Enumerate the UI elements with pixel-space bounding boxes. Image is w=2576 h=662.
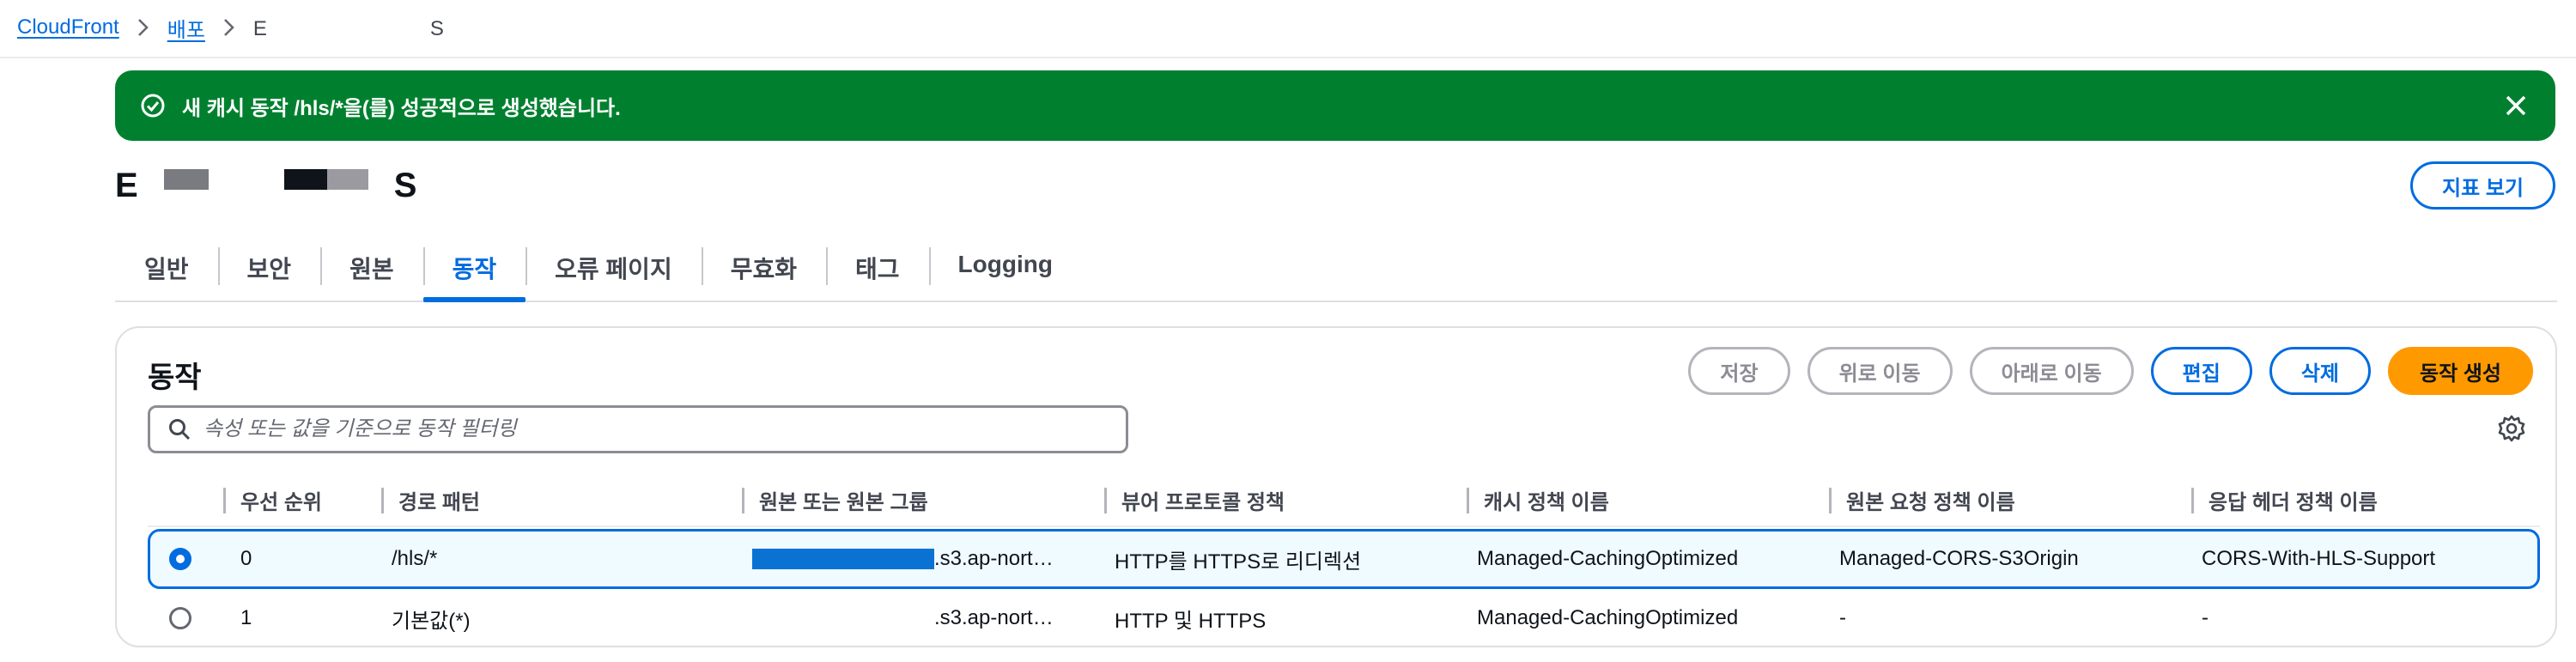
breadcrumb-current-end: S xyxy=(429,16,444,40)
move-down-button[interactable]: 아래로 이동 xyxy=(1969,347,2134,395)
cell-viewer-protocol: HTTP를 HTTPS로 리디렉션 xyxy=(1115,550,1362,574)
column-label: 캐시 정책 이름 xyxy=(1484,490,1609,514)
column-label: 원본 또는 원본 그룹 xyxy=(759,490,928,514)
redacted-text xyxy=(266,14,430,35)
breadcrumb-current-start: E xyxy=(252,16,267,40)
behavior-filter xyxy=(148,405,1128,453)
cell-cache-policy: Managed-CachingOptimized xyxy=(1477,547,1739,570)
edit-button[interactable]: 편집 xyxy=(2150,347,2252,395)
column-header-priority[interactable]: 우선 순위 xyxy=(223,474,322,525)
header-divider xyxy=(148,525,2540,527)
cell-response-headers-policy: CORS-With-HLS-Support xyxy=(2202,547,2436,570)
cell-priority: 1 xyxy=(240,606,252,629)
title-end: S xyxy=(393,166,417,204)
cell-cache-policy: Managed-CachingOptimized xyxy=(1477,606,1739,629)
flash-message: 새 캐시 동작 /hls/*을(를) 성공적으로 생성했습니다. xyxy=(182,96,621,120)
column-header-origin-request-policy[interactable]: 원본 요청 정책 이름 xyxy=(1829,474,2015,525)
cell-response-headers-policy: - xyxy=(2202,606,2208,629)
breadcrumb-distributions-link[interactable]: 배포 xyxy=(167,13,205,43)
column-label: 뷰어 프로토콜 정책 xyxy=(1121,490,1285,514)
breadcrumb: CloudFront 배포 ES xyxy=(17,12,444,43)
behaviors-panel: 동작 저장 위로 이동 아래로 이동 편집 삭제 동작 생성 우선 순위 경로 … xyxy=(115,326,2557,647)
cell-path-pattern: /hls/* xyxy=(392,547,438,570)
behaviors-actions: 저장 위로 이동 아래로 이동 편집 삭제 동작 생성 xyxy=(1688,347,2533,395)
title-start: E xyxy=(115,166,138,204)
column-header-origin[interactable]: 원본 또는 원본 그룹 xyxy=(742,474,928,525)
column-label: 우선 순위 xyxy=(240,490,322,514)
breadcrumb-current: ES xyxy=(252,14,444,41)
chevron-right-icon xyxy=(137,18,150,37)
tab-security[interactable]: 보안 xyxy=(217,244,321,302)
table-row[interactable]: 0 /hls/* .s3.ap-nort… HTTP를 HTTPS로 리디렉션 … xyxy=(148,529,2540,589)
tab-logging[interactable]: Logging xyxy=(928,244,1082,302)
breadcrumb-cloudfront-link[interactable]: CloudFront xyxy=(17,15,119,39)
column-label: 원본 요청 정책 이름 xyxy=(1846,490,2015,514)
tab-general[interactable]: 일반 xyxy=(115,244,218,302)
behaviors-title: 동작 xyxy=(148,361,202,394)
save-button[interactable]: 저장 xyxy=(1688,347,1790,395)
header-divider xyxy=(0,57,2576,58)
gear-icon[interactable] xyxy=(2497,414,2526,443)
redacted-origin xyxy=(752,608,934,629)
column-label: 경로 패턴 xyxy=(398,490,480,514)
table-row[interactable]: 1 기본값(*) .s3.ap-nort… HTTP 및 HTTPS Manag… xyxy=(148,591,2540,646)
cell-origin-request-policy: Managed-CORS-S3Origin xyxy=(1839,547,2079,570)
column-label: 응답 헤더 정책 이름 xyxy=(2208,490,2378,514)
close-icon[interactable] xyxy=(2502,92,2530,119)
cell-path-pattern: 기본값(*) xyxy=(392,609,471,633)
redacted-text xyxy=(208,175,284,196)
tab-list: 일반 보안 원본 동작 오류 페이지 무효화 태그 Logging xyxy=(115,244,2557,302)
filter-input[interactable] xyxy=(204,417,1114,441)
tab-tags[interactable]: 태그 xyxy=(826,244,929,302)
create-behavior-button[interactable]: 동작 생성 xyxy=(2388,347,2533,395)
page-title: E S xyxy=(115,161,416,210)
column-header-viewer-protocol[interactable]: 뷰어 프로토콜 정책 xyxy=(1104,474,1285,525)
delete-button[interactable]: 삭제 xyxy=(2269,347,2371,395)
tab-origins[interactable]: 원본 xyxy=(320,244,423,302)
redacted-block xyxy=(163,169,209,190)
tab-behaviors[interactable]: 동작 xyxy=(422,244,526,302)
search-icon xyxy=(167,417,191,441)
redacted-block xyxy=(283,169,327,190)
redacted-origin xyxy=(752,549,934,569)
cell-origin: .s3.ap-nort… xyxy=(752,531,1078,586)
tab-error-pages[interactable]: 오류 페이지 xyxy=(526,244,702,302)
redacted-text xyxy=(137,175,164,196)
tab-invalidations[interactable]: 무효화 xyxy=(701,244,826,302)
cell-priority: 0 xyxy=(240,547,252,570)
cell-origin-request-policy: - xyxy=(1839,606,1846,629)
success-flashbar: 새 캐시 동작 /hls/*을(를) 성공적으로 생성했습니다. xyxy=(115,70,2555,141)
cell-origin: .s3.ap-nort… xyxy=(752,591,1078,646)
redacted-block xyxy=(326,169,368,190)
table-header: 우선 순위 경로 패턴 원본 또는 원본 그룹 뷰어 프로토콜 정책 캐시 정책… xyxy=(148,474,2540,525)
origin-suffix: .s3.ap-nort… xyxy=(934,547,1054,570)
row-radio-selected[interactable] xyxy=(169,548,191,570)
cell-viewer-protocol: HTTP 및 HTTPS xyxy=(1115,609,1267,633)
column-header-cache-policy[interactable]: 캐시 정책 이름 xyxy=(1467,474,1609,525)
origin-suffix: .s3.ap-nort… xyxy=(934,606,1054,629)
column-header-path-pattern[interactable]: 경로 패턴 xyxy=(381,474,480,525)
move-up-button[interactable]: 위로 이동 xyxy=(1807,347,1953,395)
redacted-text xyxy=(368,175,394,196)
check-circle-icon xyxy=(139,92,167,119)
column-header-response-headers-policy[interactable]: 응답 헤더 정책 이름 xyxy=(2191,474,2378,525)
row-radio[interactable] xyxy=(169,607,191,629)
chevron-right-icon xyxy=(222,18,236,37)
view-metrics-button[interactable]: 지표 보기 xyxy=(2410,161,2555,210)
